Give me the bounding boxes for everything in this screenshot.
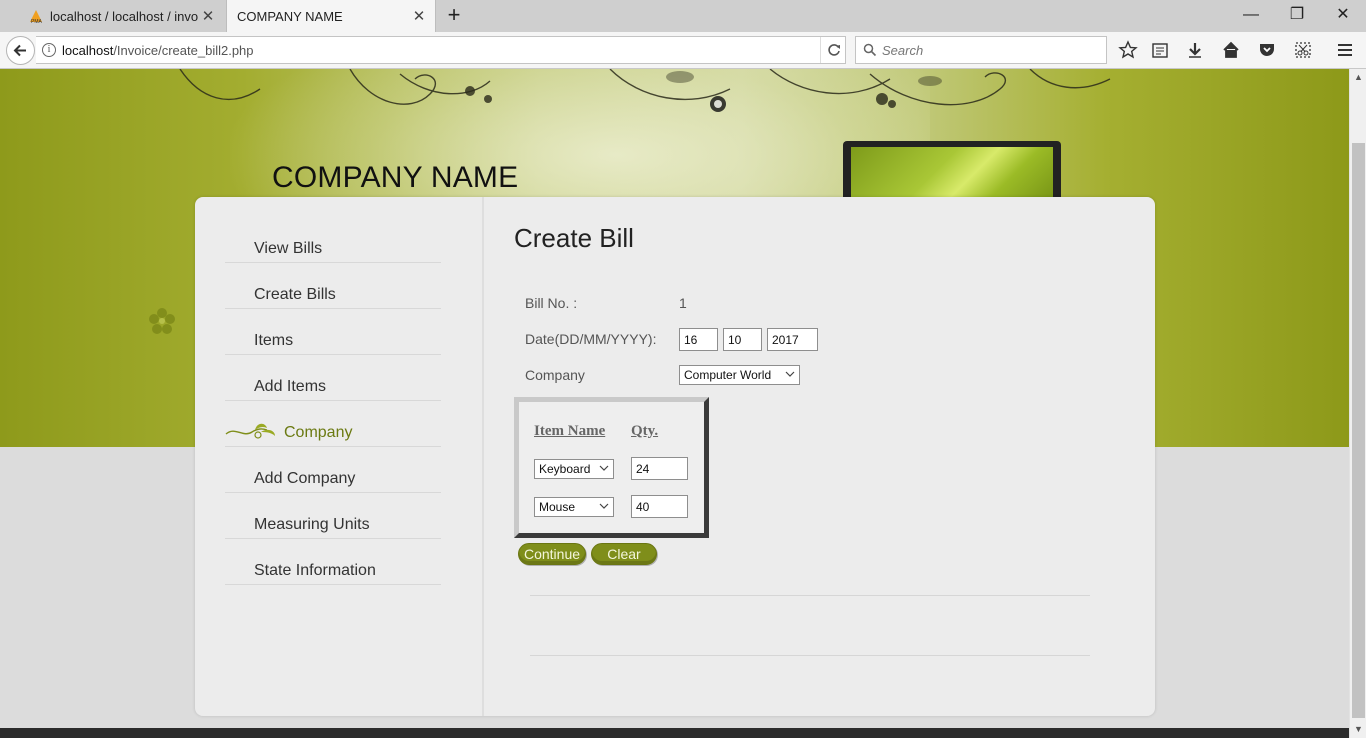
new-tab-icon[interactable]: + bbox=[442, 4, 466, 28]
leaf-ornament-icon bbox=[225, 423, 275, 439]
url-host: localhost bbox=[62, 43, 114, 58]
item-selected-value: Keyboard bbox=[539, 462, 591, 476]
url-bar[interactable]: i localhost/Invoice/create_bill2.php bbox=[36, 36, 846, 64]
sidebar-item-label: Items bbox=[254, 332, 294, 349]
company-select[interactable]: Computer World bbox=[679, 365, 800, 385]
pocket-icon[interactable] bbox=[1257, 40, 1277, 60]
tab-close-icon[interactable]: ✕ bbox=[198, 7, 218, 25]
sidebar-item-view-bills[interactable]: View Bills bbox=[225, 217, 441, 263]
page-viewport: COMPANY NAME View Bills Create Bills Ite… bbox=[0, 69, 1349, 738]
tab-company-name[interactable]: COMPANY NAME ✕ bbox=[226, 0, 436, 32]
sidebar-item-label: Add Company bbox=[254, 470, 356, 487]
sidebar-item-label: Measuring Units bbox=[254, 516, 370, 533]
tab-close-icon[interactable]: ✕ bbox=[409, 7, 429, 25]
chevron-down-icon bbox=[785, 371, 795, 377]
chevron-down-icon bbox=[599, 465, 609, 471]
date-year-input[interactable] bbox=[767, 328, 818, 351]
window-close-icon[interactable]: ✕ bbox=[1320, 0, 1366, 32]
sidebar-item-label: View Bills bbox=[254, 240, 323, 257]
vertical-scrollbar[interactable]: ▲ ▼ bbox=[1349, 69, 1366, 738]
qty-header: Qty. bbox=[631, 423, 659, 439]
page-title: Create Bill bbox=[514, 223, 634, 253]
clear-button[interactable]: Clear bbox=[591, 543, 657, 565]
url-text: localhost/Invoice/create_bill2.php bbox=[62, 43, 254, 58]
bill-no-label: Bill No. : bbox=[525, 295, 578, 311]
qty-input-2[interactable] bbox=[631, 495, 688, 518]
chevron-down-icon bbox=[599, 503, 609, 509]
screenshot-icon[interactable] bbox=[1293, 40, 1313, 60]
item-select-2[interactable]: Mouse bbox=[534, 497, 614, 517]
restore-icon[interactable]: ❐ bbox=[1274, 0, 1320, 32]
search-bar[interactable]: Search bbox=[855, 36, 1107, 64]
scroll-up-icon[interactable]: ▲ bbox=[1350, 69, 1366, 86]
search-icon bbox=[863, 43, 877, 57]
sidebar-item-label: State Information bbox=[254, 562, 376, 579]
site-info-icon[interactable]: i bbox=[42, 43, 56, 57]
item-name-header: Item Name bbox=[534, 423, 606, 439]
back-button[interactable] bbox=[6, 36, 35, 65]
date-month-input[interactable] bbox=[723, 328, 762, 351]
tab-phpmyadmin[interactable]: PMA localhost / localhost / invoic ✕ bbox=[18, 0, 224, 32]
minimize-icon[interactable]: — bbox=[1228, 0, 1274, 32]
create-bill-form: Create Bill Bill No. : 1 Date(DD/MM/YYYY… bbox=[484, 197, 1155, 716]
company-label: Company bbox=[525, 367, 585, 383]
footer-bar bbox=[0, 728, 1349, 738]
sidebar-item-add-items[interactable]: Add Items bbox=[225, 355, 441, 401]
reload-icon[interactable] bbox=[820, 37, 846, 63]
tab-title: localhost / localhost / invoic bbox=[50, 8, 198, 24]
bookmark-star-icon[interactable] bbox=[1118, 40, 1138, 60]
url-path: /Invoice/create_bill2.php bbox=[113, 43, 254, 58]
company-name-heading: COMPANY NAME bbox=[272, 161, 519, 194]
items-table: Item Name Qty. Keyboard Mouse bbox=[514, 397, 709, 538]
hamburger-menu-icon[interactable] bbox=[1335, 40, 1355, 60]
sidebar-menu: View Bills Create Bills Items Add Items … bbox=[195, 197, 484, 716]
divider bbox=[530, 595, 1090, 596]
scrollbar-thumb[interactable] bbox=[1352, 143, 1365, 718]
company-selected-value: Computer World bbox=[684, 368, 772, 382]
sidebar-item-company[interactable]: Company bbox=[225, 401, 441, 447]
navigation-toolbar: i localhost/Invoice/create_bill2.php Sea… bbox=[0, 32, 1366, 69]
qty-input-1[interactable] bbox=[631, 457, 688, 480]
date-label: Date(DD/MM/YYYY): bbox=[525, 331, 657, 347]
sidebar-item-items[interactable]: Items bbox=[225, 309, 441, 355]
tab-title: COMPANY NAME bbox=[237, 8, 343, 24]
continue-button[interactable]: Continue bbox=[518, 543, 586, 565]
divider bbox=[530, 655, 1090, 656]
download-icon[interactable] bbox=[1185, 40, 1205, 60]
content-panel: View Bills Create Bills Items Add Items … bbox=[195, 197, 1155, 716]
home-icon[interactable] bbox=[1221, 40, 1241, 60]
sidebar-item-label: Add Items bbox=[254, 378, 327, 395]
sidebar-item-measuring-units[interactable]: Measuring Units bbox=[225, 493, 441, 539]
phpmyadmin-favicon-icon: PMA bbox=[28, 8, 44, 25]
item-select-1[interactable]: Keyboard bbox=[534, 459, 614, 479]
sidebar-item-state-information[interactable]: State Information bbox=[225, 539, 441, 585]
sidebar-item-label: Create Bills bbox=[254, 286, 336, 303]
floral-swirls-decoration bbox=[179, 69, 1111, 112]
search-placeholder: Search bbox=[882, 43, 924, 58]
reading-list-icon[interactable] bbox=[1150, 40, 1170, 60]
sidebar-item-add-company[interactable]: Add Company bbox=[225, 447, 441, 493]
date-day-input[interactable] bbox=[679, 328, 718, 351]
flower-decoration-icon bbox=[149, 308, 175, 334]
tab-bar: PMA localhost / localhost / invoic ✕ COM… bbox=[0, 0, 1366, 32]
scroll-down-icon[interactable]: ▼ bbox=[1350, 721, 1366, 738]
back-arrow-icon bbox=[13, 44, 26, 57]
item-selected-value: Mouse bbox=[539, 500, 576, 514]
sidebar-item-create-bills[interactable]: Create Bills bbox=[225, 263, 441, 309]
bill-no-value: 1 bbox=[679, 295, 687, 311]
svg-text:PMA: PMA bbox=[31, 19, 43, 24]
